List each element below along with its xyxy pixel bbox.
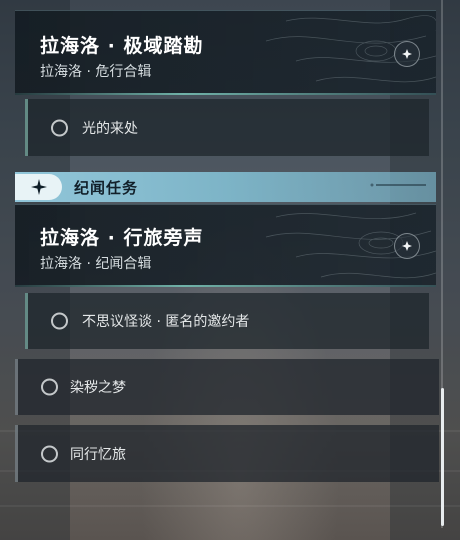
- star-badge-icon[interactable]: [394, 41, 420, 67]
- list-item-label: 光的来处: [82, 120, 138, 137]
- list-item[interactable]: 不思议怪谈 · 匿名的邀约者: [25, 293, 429, 349]
- star-badge-icon[interactable]: [394, 233, 420, 259]
- quest-card-1[interactable]: 拉海洛 · 极域踏勘 拉海洛 · 危行合辑: [15, 10, 436, 95]
- list-item-label: 不思议怪谈 · 匿名的邀约者: [82, 314, 250, 330]
- task-item-label: 同行忆旅: [70, 446, 126, 463]
- background-floor-line: [0, 505, 460, 507]
- list-item[interactable]: 光的来处: [25, 99, 429, 156]
- task-item[interactable]: 染秽之梦: [15, 359, 439, 415]
- status-circle-icon: [41, 445, 58, 462]
- section-decoration: [370, 182, 430, 190]
- card-subtitle: 拉海洛 · 纪闻合辑: [40, 256, 152, 272]
- sparkle-icon: [15, 174, 62, 200]
- card-title: 拉海洛 · 行旅旁声: [40, 227, 204, 249]
- section-title: 纪闻任务: [74, 179, 139, 197]
- scrollbar-thumb[interactable]: [441, 388, 444, 526]
- card-subtitle: 拉海洛 · 危行合辑: [40, 64, 152, 80]
- quest-card-2[interactable]: 拉海洛 · 行旅旁声 拉海洛 · 纪闻合辑: [15, 204, 436, 287]
- status-circle-icon: [51, 119, 68, 136]
- card-accent-line: [15, 285, 436, 287]
- status-circle-icon: [51, 312, 68, 330]
- status-circle-icon: [41, 378, 58, 396]
- section-header: 纪闻任务: [15, 172, 436, 202]
- task-item[interactable]: 同行忆旅: [15, 425, 439, 482]
- card-title: 拉海洛 · 极域踏勘: [40, 35, 204, 57]
- task-item-label: 染秽之梦: [70, 380, 126, 396]
- card-accent-line: [15, 93, 436, 95]
